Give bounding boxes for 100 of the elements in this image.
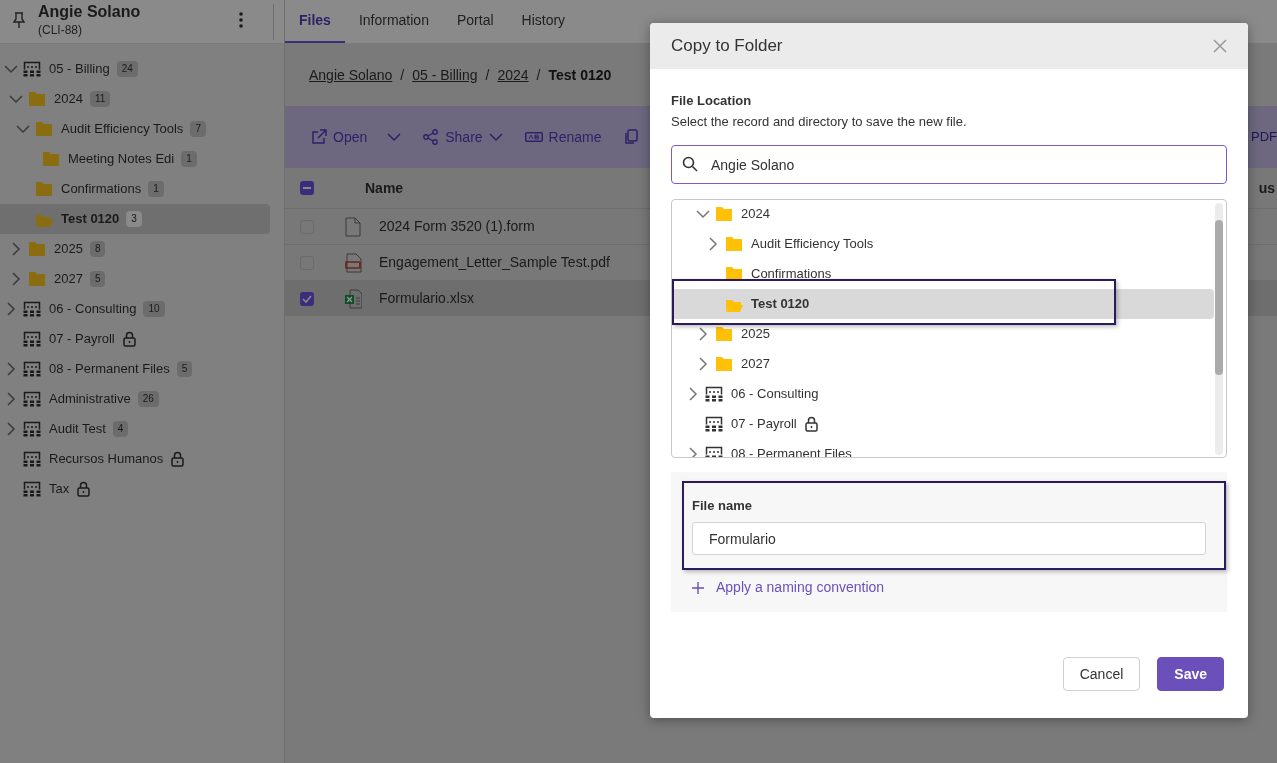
column-header[interactable]: us: [1258, 177, 1277, 199]
cabinet-icon: [23, 301, 41, 317]
tab[interactable]: Information: [344, 0, 443, 43]
share-icon: [423, 129, 440, 145]
tab[interactable]: History: [507, 0, 580, 43]
tree-item[interactable]: 2024 11: [4, 90, 113, 108]
breadcrumb-link[interactable]: Angie Solano: [309, 64, 393, 86]
tree-item-label: 06 - Consulting: [49, 300, 137, 319]
tree-item[interactable]: Audit Test 4: [4, 420, 131, 438]
external-link-icon: [311, 129, 327, 145]
tree-item-label: Test 0120: [751, 295, 810, 314]
tree-item[interactable]: Audit Efficiency Tools: [676, 235, 876, 253]
chevron-down-icon[interactable]: [9, 92, 23, 106]
tree-item[interactable]: Recursos Humanos: [4, 450, 187, 468]
chevron-right-icon[interactable]: [4, 302, 18, 316]
document-icon: [345, 216, 362, 237]
tree-item[interactable]: 2027: [676, 355, 772, 373]
file-name[interactable]: Engagement_Letter_Sample Test.pdf: [379, 252, 610, 273]
tree-item[interactable]: Administrative 26: [4, 390, 161, 408]
more-icon[interactable]: [239, 12, 243, 28]
tree-item[interactable]: Test 0120: [676, 295, 812, 313]
tree-item[interactable]: 2025 8: [4, 240, 108, 258]
column-header[interactable]: Name: [365, 177, 404, 199]
tree-item[interactable]: 06 - Consulting: [676, 385, 821, 403]
tree-item-label: 2025: [741, 325, 770, 344]
breadcrumb-separator: /: [485, 65, 490, 85]
save-button[interactable]: Save: [1157, 657, 1224, 691]
tree-item[interactable]: 06 - Consulting 10: [4, 300, 167, 318]
chevron-right-icon[interactable]: [696, 357, 710, 371]
toolbar-button[interactable]: Share: [423, 126, 483, 148]
breadcrumb-separator: /: [536, 65, 541, 85]
tree-item[interactable]: 07 - Payroll: [676, 415, 820, 433]
copy-icon[interactable]: [623, 129, 640, 145]
checkbox[interactable]: [300, 181, 314, 195]
pdf-file-icon: [345, 252, 362, 273]
chevron-right-icon[interactable]: [4, 422, 18, 436]
folder-icon: [715, 206, 733, 222]
search-field[interactable]: Angie Solano: [671, 145, 1227, 184]
folder-icon: [35, 181, 53, 197]
tree-item-label: 2027: [54, 270, 83, 289]
tab[interactable]: Portal: [442, 0, 508, 43]
cabinet-icon: [23, 391, 41, 407]
toolbar-button[interactable]: Open: [311, 126, 368, 148]
tree-item-label: Audit Test: [49, 420, 106, 439]
tree-item[interactable]: 2024: [676, 205, 772, 223]
tree-item-label: 2024: [54, 90, 83, 109]
cancel-button[interactable]: Cancel: [1062, 657, 1141, 691]
tab[interactable]: Files: [285, 0, 345, 43]
count-badge: 5: [176, 361, 193, 377]
caret-icon[interactable]: [488, 130, 503, 144]
dash-icon: [303, 187, 311, 189]
file-name-field[interactable]: Formulario: [692, 522, 1206, 555]
chevron-right-icon[interactable]: [9, 272, 23, 286]
caret-icon[interactable]: [387, 130, 402, 144]
tree-item-label: 2024: [741, 205, 770, 224]
naming-convention-link[interactable]: Apply a naming convention: [692, 577, 885, 598]
pin-icon[interactable]: [12, 12, 26, 28]
count-badge: 10: [143, 301, 165, 317]
chevron-right-icon[interactable]: [706, 237, 720, 251]
section-title: File Location: [671, 92, 753, 110]
tree-item[interactable]: Meeting Notes Edi 1: [4, 150, 199, 168]
tree-item[interactable]: Confirmations: [676, 265, 834, 283]
tree-item[interactable]: Tax: [4, 480, 93, 498]
folder-icon: [35, 121, 53, 137]
tree-item[interactable]: 07 - Payroll: [4, 330, 138, 348]
close-icon[interactable]: [1213, 39, 1227, 53]
tree-item[interactable]: 08 - Permanent Files 5: [4, 360, 195, 378]
tree-item-label: Administrative: [49, 390, 131, 409]
tree-item[interactable]: Confirmations 1: [4, 180, 166, 198]
breadcrumb-link[interactable]: 2024: [497, 64, 529, 86]
chevron-right-icon[interactable]: [686, 387, 700, 401]
chevron-right-icon[interactable]: [4, 392, 18, 406]
tree-item[interactable]: 2027 5: [4, 270, 108, 288]
lock-icon: [804, 416, 818, 432]
tree-item[interactable]: 05 - Billing 24: [4, 60, 140, 78]
chevron-down-icon[interactable]: [696, 207, 710, 221]
lock-icon: [77, 481, 91, 497]
folder-icon: [725, 236, 743, 252]
chevron-right-icon[interactable]: [686, 447, 700, 457]
chevron-down-icon[interactable]: [16, 122, 30, 136]
tree-item-label: 08 - Permanent Files: [49, 360, 170, 379]
count-badge: 8: [89, 241, 106, 257]
tree-item[interactable]: Audit Efficiency Tools 7: [4, 120, 208, 138]
lock-icon: [171, 451, 185, 467]
breadcrumb-current: Test 0120: [548, 65, 612, 85]
file-name[interactable]: 2024 Form 3520 (1).form: [379, 216, 535, 237]
toolbar-button[interactable]: Rename: [524, 126, 602, 148]
breadcrumb-link[interactable]: 05 - Billing: [412, 64, 478, 86]
chevron-down-icon[interactable]: [4, 62, 18, 76]
count-badge: 11: [89, 91, 111, 107]
chevron-right-icon[interactable]: [4, 362, 18, 376]
file-name[interactable]: Formulario.xlsx: [379, 288, 474, 309]
chevron-right-icon[interactable]: [9, 242, 23, 256]
scrollbar[interactable]: [1215, 203, 1223, 455]
tree-item[interactable]: 2025: [676, 325, 772, 343]
checkbox[interactable]: [300, 291, 314, 306]
tree-item-label: Confirmations: [751, 265, 832, 284]
chevron-right-icon[interactable]: [696, 327, 710, 341]
toolbar-button[interactable]: PDF: [1251, 127, 1277, 147]
cabinet-icon: [23, 451, 41, 467]
